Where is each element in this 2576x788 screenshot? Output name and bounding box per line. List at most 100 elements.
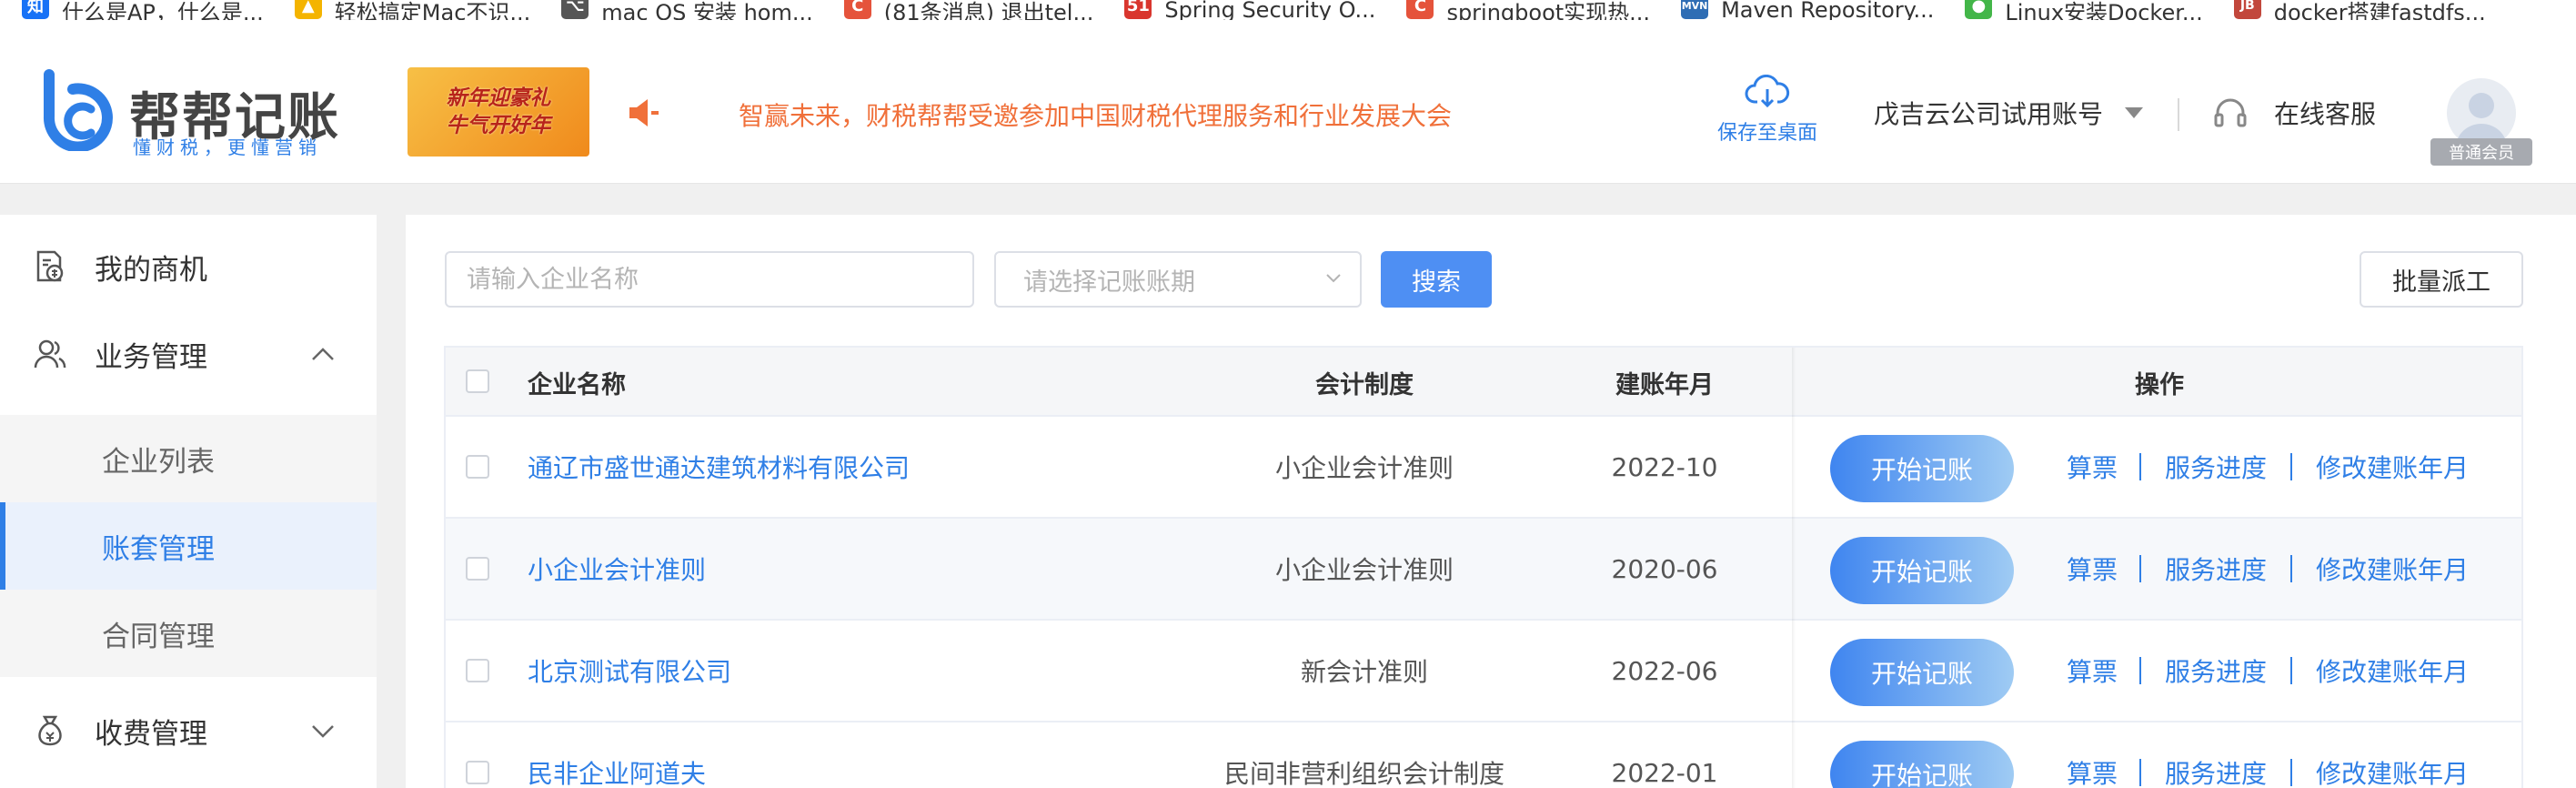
bookmark-item[interactable]: JB docker搭建fastdfs... <box>2233 0 2486 20</box>
service-progress-link[interactable]: 服务进度 <box>2165 722 2267 788</box>
company-name-link[interactable]: 小企业会计准则 <box>528 519 706 619</box>
bookmark-label: (81条消息) 退出tel... <box>883 0 1094 20</box>
column-header-setup-date[interactable]: 建账年月 <box>1574 348 1756 417</box>
link-divider <box>2290 759 2292 786</box>
save-to-desktop-label: 保存至桌面 <box>1716 122 1817 145</box>
51cto-icon: 51 <box>1124 0 1152 19</box>
start-bookkeeping-button[interactable]: 开始记账 <box>1830 639 2014 706</box>
batch-dispatch-button[interactable]: 批量派工 <box>2360 251 2523 308</box>
account-name: 戊吉云公司试用账号 <box>1874 99 2104 129</box>
start-bookkeeping-button[interactable]: 开始记账 <box>1830 537 2014 604</box>
link-divider <box>2290 657 2292 684</box>
column-header-operations: 操作 <box>2135 370 2184 399</box>
bookmark-label: mac OS 安装 hom... <box>601 0 813 20</box>
calc-invoice-link[interactable]: 算票 <box>2067 519 2118 619</box>
start-bookkeeping-button[interactable]: 开始记账 <box>1830 435 2014 502</box>
bookmarks-bar: 知 什么是AP，什么是... ▲ 轻松搞定Mac不识... ⌥ mac OS 安… <box>0 0 2576 20</box>
wechat-icon: ● <box>1965 0 1993 19</box>
row-checkbox[interactable] <box>466 455 489 479</box>
accounting-system: 民间非营利组织会计制度 <box>1223 759 1504 788</box>
sidebar-item-label: 业务管理 <box>95 340 207 374</box>
row-checkbox[interactable] <box>466 557 489 581</box>
edit-setup-date-link[interactable]: 修改建账年月 <box>2316 621 2469 721</box>
edit-setup-date-link[interactable]: 修改建账年月 <box>2316 519 2469 619</box>
service-progress-link[interactable]: 服务进度 <box>2165 417 2267 517</box>
service-progress-link[interactable]: 服务进度 <box>2165 519 2267 619</box>
csdn-icon: C <box>1406 0 1434 19</box>
sidebar-item-opportunities[interactable]: 我的商机 <box>0 235 377 298</box>
period-select[interactable]: 请选择记账账期 <box>994 251 1362 308</box>
fixed-column-shadow <box>1792 348 1796 788</box>
avatar-image <box>2447 78 2516 147</box>
link-divider <box>2290 453 2292 480</box>
bookmark-item[interactable]: 51 Spring Security O... <box>1124 0 1375 20</box>
start-bookkeeping-button[interactable]: 开始记账 <box>1830 741 2014 788</box>
bookmark-item[interactable]: ⌥ mac OS 安装 hom... <box>561 0 813 20</box>
company-search-input[interactable] <box>445 251 974 308</box>
account-switcher[interactable]: 戊吉云公司试用账号 <box>1874 95 2144 131</box>
company-name-link[interactable]: 民非企业阿道夫 <box>528 722 706 788</box>
accounting-system: 小企业会计准则 <box>1274 453 1454 483</box>
sidebar-item-billing[interactable]: 收费管理 <box>0 699 377 763</box>
sidebar-subitem-label: 企业列表 <box>102 445 215 479</box>
bookmark-item[interactable]: 知 什么是AP，什么是... <box>22 0 264 20</box>
bookmark-item[interactable]: MVN Maven Repository... <box>1681 0 1934 20</box>
divider <box>2178 98 2179 131</box>
promo-line-1: 新年迎豪礼 <box>446 86 551 110</box>
edit-setup-date-link[interactable]: 修改建账年月 <box>2316 722 2469 788</box>
column-header-company[interactable]: 企业名称 <box>528 348 626 417</box>
cloud-download-icon <box>1745 75 1790 108</box>
service-progress-link[interactable]: 服务进度 <box>2165 621 2267 721</box>
github-icon: ⌥ <box>561 0 589 19</box>
company-name-link[interactable]: 通辽市盛世通达建筑材料有限公司 <box>528 417 910 517</box>
notice-text[interactable]: 智赢未来，财税帮帮受邀参加中国财税代理服务和行业发展大会 <box>739 96 1452 133</box>
search-button[interactable]: 搜索 <box>1381 251 1492 308</box>
bookmark-item[interactable]: ▲ 轻松搞定Mac不识... <box>294 0 530 20</box>
accounting-system: 新会计准则 <box>1300 657 1428 687</box>
online-service-label: 在线客服 <box>2274 99 2377 129</box>
bookmark-label: Maven Repository... <box>1721 0 1935 20</box>
company-name-link[interactable]: 北京测试有限公司 <box>528 621 731 721</box>
table-header: 企业名称 会计制度 建账年月 操作 <box>446 348 2521 417</box>
calc-invoice-link[interactable]: 算票 <box>2067 722 2118 788</box>
sidebar-subitem-ledger-management[interactable]: 账套管理 <box>0 502 377 590</box>
headset-icon <box>2214 98 2247 127</box>
setup-date: 2020-06 <box>1611 553 1718 584</box>
save-to-desktop-button[interactable]: 保存至桌面 <box>1712 75 1823 166</box>
users-icon <box>34 339 66 369</box>
row-checkbox[interactable] <box>466 659 489 682</box>
calc-invoice-link[interactable]: 算票 <box>2067 621 2118 721</box>
app-header: 帮帮记账 懂财税，更懂营销 新年迎豪礼 牛气开好年 智赢未来，财税帮帮受邀参加中… <box>0 20 2576 184</box>
bookmark-item[interactable]: ● Linux安装Docker... <box>1965 0 2203 20</box>
period-select-placeholder: 请选择记账账期 <box>1023 268 1195 297</box>
sidebar-subitem-label: 合同管理 <box>102 620 215 653</box>
calc-invoice-link[interactable]: 算票 <box>2067 417 2118 517</box>
business-submenu: 企业列表 账套管理 合同管理 <box>0 415 377 677</box>
sidebar-subitem-contract-management[interactable]: 合同管理 <box>0 590 377 677</box>
maven-icon: MVN <box>1681 0 1709 19</box>
bookmark-item[interactable]: C (81条消息) 退出tel... <box>843 0 1094 20</box>
accounting-system: 小企业会计准则 <box>1274 555 1454 585</box>
table-row: 小企业会计准则 小企业会计准则 2020-06 开始记账 算票 服务进度 修改建… <box>446 519 2521 621</box>
sidebar-item-label: 我的商机 <box>95 253 207 287</box>
user-avatar[interactable]: 普通会员 <box>2430 78 2532 169</box>
bookmark-label: springboot实现热... <box>1446 0 1651 20</box>
drive-icon: ▲ <box>294 0 322 19</box>
column-header-accounting-system[interactable]: 会计制度 <box>1137 348 1592 417</box>
bookmark-item[interactable]: C springboot实现热... <box>1406 0 1650 20</box>
online-service-button[interactable]: 在线客服 <box>2212 95 2376 131</box>
promo-banner[interactable]: 新年迎豪礼 牛气开好年 <box>408 67 589 157</box>
jianshu-icon: JB <box>2233 0 2261 19</box>
edit-setup-date-link[interactable]: 修改建账年月 <box>2316 417 2469 517</box>
row-checkbox[interactable] <box>466 761 489 784</box>
sidebar-subitem-company-list[interactable]: 企业列表 <box>0 415 377 502</box>
member-badge: 普通会员 <box>2430 138 2532 166</box>
setup-date: 2022-10 <box>1611 451 1718 482</box>
logo-icon[interactable] <box>36 69 118 151</box>
link-divider <box>2290 555 2292 582</box>
csdn-icon: C <box>843 0 871 19</box>
sidebar-item-business[interactable]: 业务管理 <box>0 322 377 386</box>
link-divider <box>2139 555 2141 582</box>
select-all-checkbox[interactable] <box>466 369 489 393</box>
setup-date: 2022-06 <box>1611 655 1718 686</box>
